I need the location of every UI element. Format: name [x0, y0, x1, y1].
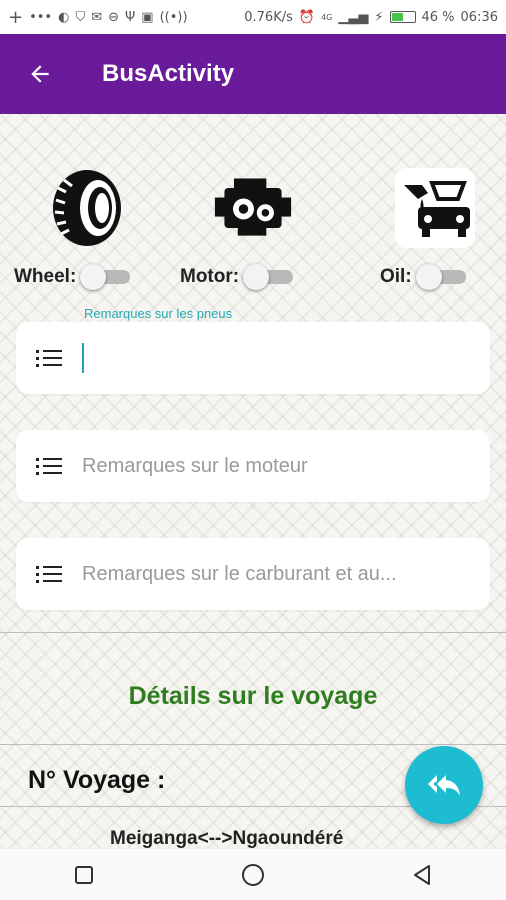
navigation-bar [0, 848, 506, 900]
app-bar: BusActivity [0, 34, 506, 114]
wheel-switch[interactable] [80, 264, 131, 290]
clock: 06:36 [460, 9, 498, 25]
system-back-button[interactable] [392, 855, 452, 895]
hotspot-icon: ((•)) [159, 9, 188, 25]
oil-label: Oil: [380, 266, 412, 287]
more-icon: ••• [29, 9, 53, 25]
wheel-remarks-floating-label: Remarques sur les pneus [84, 306, 233, 321]
main-content: Wheel: Motor: Oil: Remarques sur les pne… [0, 114, 506, 848]
plus-icon: + [8, 6, 24, 28]
status-bar-right: 0.76K/s ⏰ 4G ▁▃▅ ⚡ 46 % 06:36 [244, 10, 498, 25]
minus-icon: ⊖ [108, 9, 120, 25]
shield-icon: ⛉ [75, 9, 86, 25]
image-icon: ▣ [141, 9, 154, 25]
reply-all-icon [428, 775, 460, 796]
status-bar-left: + ••• ◐ ⛉ ✉ ⊖ Ψ ▣ ((•)) [8, 7, 188, 28]
motor-status-item [173, 168, 333, 248]
app-icon: ◐ [58, 9, 70, 25]
tire-icon [49, 168, 129, 248]
motor-label: Motor: [180, 266, 240, 287]
motor-toggle-row: Motor: [180, 264, 294, 290]
motor-switch[interactable] [243, 264, 294, 290]
divider [0, 744, 506, 745]
home-button[interactable] [223, 855, 283, 895]
trip-details-title: Détails sur le voyage [128, 682, 378, 710]
list-icon [16, 456, 82, 476]
charging-icon: ⚡ [374, 9, 384, 25]
oil-car-icon [395, 168, 475, 248]
wheel-remarks-field[interactable] [16, 322, 490, 394]
back-button[interactable] [0, 34, 80, 114]
motor-remarks-field[interactable]: Remarques sur le moteur [16, 430, 490, 502]
voyage-number-label: N° Voyage : [28, 766, 166, 794]
signal-label: 4G [321, 12, 333, 22]
wheel-toggle-row: Wheel: [14, 264, 131, 290]
page-title: BusActivity [102, 60, 235, 87]
battery-level: 46 % [421, 9, 455, 25]
signal-icon: ▁▃▅ [338, 9, 369, 25]
recent-apps-button[interactable] [54, 855, 114, 895]
motor-remarks-placeholder: Remarques sur le moteur [82, 454, 308, 477]
back-icon [413, 864, 430, 885]
usb-icon: Ψ [125, 9, 136, 25]
motor-switch-knob [243, 264, 270, 290]
arrow-back-icon [31, 65, 49, 83]
text-cursor [82, 343, 84, 373]
wheel-switch-knob [80, 264, 107, 290]
recent-apps-icon [75, 865, 94, 884]
oil-switch-knob [415, 264, 442, 290]
alarm-icon: ⏰ [298, 9, 316, 25]
status-bar: + ••• ◐ ⛉ ✉ ⊖ Ψ ▣ ((•)) 0.76K/s ⏰ 4G ▁▃▅… [0, 0, 506, 34]
wheel-label: Wheel: [14, 266, 77, 287]
divider [0, 632, 506, 633]
home-icon [241, 863, 264, 886]
oil-toggle-row: Oil: [380, 264, 466, 290]
fuel-remarks-placeholder: Remarques sur le carburant et au... [82, 562, 397, 585]
mail-icon: ✉ [91, 9, 103, 25]
oil-switch[interactable] [415, 264, 466, 290]
reply-all-button[interactable] [405, 746, 483, 824]
wheel-status-item [9, 168, 169, 248]
trip-route: Meiganga<-->Ngaoundéré [110, 828, 344, 848]
fuel-remarks-field[interactable]: Remarques sur le carburant et au... [16, 538, 490, 610]
oil-status-item [355, 168, 506, 248]
network-speed: 0.76K/s [244, 9, 293, 25]
engine-icon [213, 168, 293, 248]
list-icon [16, 564, 82, 584]
list-icon [16, 348, 82, 368]
battery-icon [389, 11, 416, 23]
